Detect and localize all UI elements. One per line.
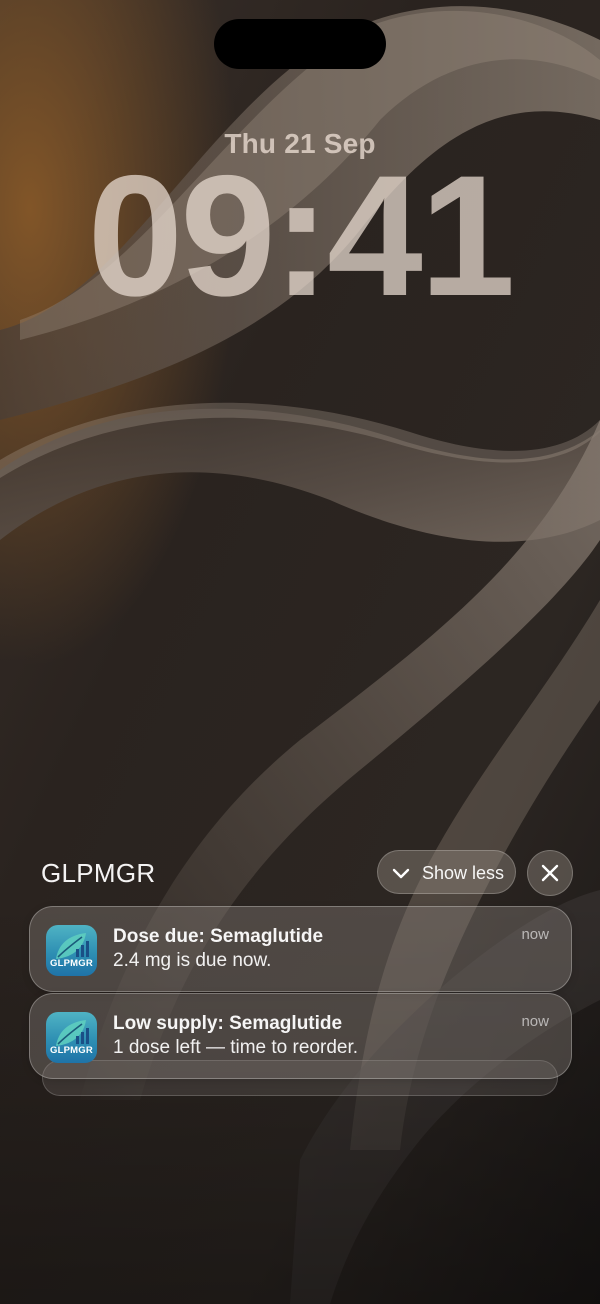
notification-title: Low supply: Semaglutide [113,1013,343,1034]
app-icon: GLPMGR [46,925,97,976]
app-icon-text: GLPMGR [50,1045,93,1056]
app-icon-text: GLPMGR [50,958,93,969]
notification-time: now [521,1013,549,1030]
notification-low-supply[interactable]: GLPMGR Low supply: Semaglutide 1 dose le… [29,993,572,1079]
show-less-button[interactable]: Show less [377,850,516,894]
notification-dose-due[interactable]: GLPMGR Dose due: Semaglutide 2.4 mg is d… [29,906,572,992]
lock-screen: Thu 21 Sep 09:41 GLPMGR Show less GLPMGR… [0,0,600,1304]
dynamic-island [214,19,386,69]
chevron-down-icon [392,868,410,879]
notification-group-title: GLPMGR [41,858,156,888]
clear-notifications-button[interactable] [527,850,573,896]
notification-body: 1 dose left — time to reorder. [113,1037,359,1058]
notification-body: 2.4 mg is due now. [113,950,272,971]
lock-time: 09:41 [87,140,516,332]
app-icon: GLPMGR [46,1012,97,1063]
notification-time: now [521,926,549,943]
close-icon [541,864,559,882]
notification-title: Dose due: Semaglutide [113,926,324,947]
show-less-label: Show less [422,863,505,883]
notification-group-header: GLPMGR Show less [0,850,600,896]
